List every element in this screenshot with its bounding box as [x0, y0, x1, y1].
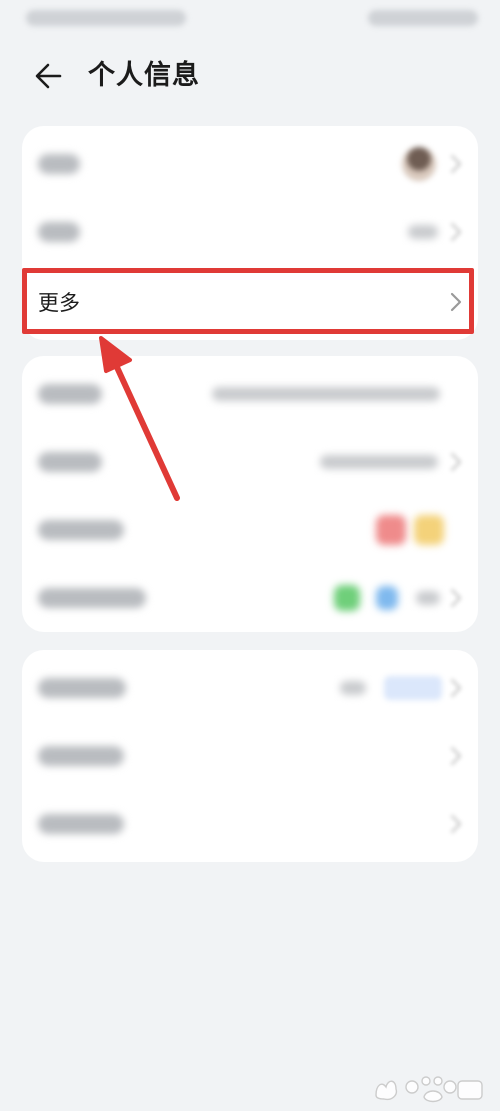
nickname-row[interactable] — [22, 198, 478, 266]
avatar-row-label — [38, 154, 80, 174]
chevron-right-icon — [448, 745, 464, 767]
phone-row[interactable] — [22, 428, 478, 496]
account-name-value-blurred — [212, 387, 440, 401]
header-bar: 个人信息 — [0, 48, 500, 104]
account-card — [22, 356, 478, 632]
other-row-2-label — [38, 746, 124, 766]
other-row-3[interactable] — [22, 790, 478, 858]
status-badge — [384, 676, 442, 700]
watermark-logo — [375, 1076, 483, 1103]
chevron-right-icon — [448, 677, 464, 699]
more-row[interactable]: 更多 — [22, 268, 478, 336]
back-arrow-icon[interactable] — [30, 58, 70, 94]
status-time-blurred — [26, 10, 186, 26]
personal-info-page: 个人信息 更多 — [0, 0, 500, 1111]
chevron-right-icon — [448, 221, 464, 243]
email-row[interactable] — [22, 496, 478, 564]
wechat-icon — [334, 585, 360, 611]
phone-row-label — [38, 452, 102, 472]
third-party-value-blurred — [416, 591, 440, 605]
yellow-badge-icon — [414, 515, 444, 545]
other-row-2[interactable] — [22, 722, 478, 790]
chevron-right-icon — [448, 587, 464, 609]
chevron-right-icon — [448, 153, 464, 175]
chevron-right-icon — [448, 813, 464, 835]
nickname-row-label — [38, 222, 80, 242]
other-card — [22, 650, 478, 862]
account-name-row[interactable] — [22, 360, 478, 428]
more-row-label: 更多 — [38, 291, 80, 315]
status-bar — [0, 0, 500, 40]
other-row-1-value-blurred — [340, 681, 366, 695]
third-party-row-label — [38, 588, 146, 608]
status-icons-blurred — [368, 10, 478, 26]
avatar — [402, 147, 436, 181]
avatar-row[interactable] — [22, 130, 478, 198]
nickname-value-blurred — [408, 225, 438, 239]
account-name-row-label — [38, 384, 102, 404]
qq-icon — [376, 586, 398, 610]
other-row-1[interactable] — [22, 654, 478, 722]
other-row-3-label — [38, 814, 124, 834]
page-title: 个人信息 — [88, 60, 200, 91]
email-row-label — [38, 520, 124, 540]
other-row-1-label — [38, 678, 126, 698]
phone-value-blurred — [320, 455, 438, 469]
red-badge-icon — [376, 515, 406, 545]
third-party-account-row[interactable] — [22, 564, 478, 632]
chevron-right-icon — [448, 291, 464, 313]
profile-card: 更多 — [22, 126, 478, 340]
chevron-right-icon — [448, 451, 464, 473]
